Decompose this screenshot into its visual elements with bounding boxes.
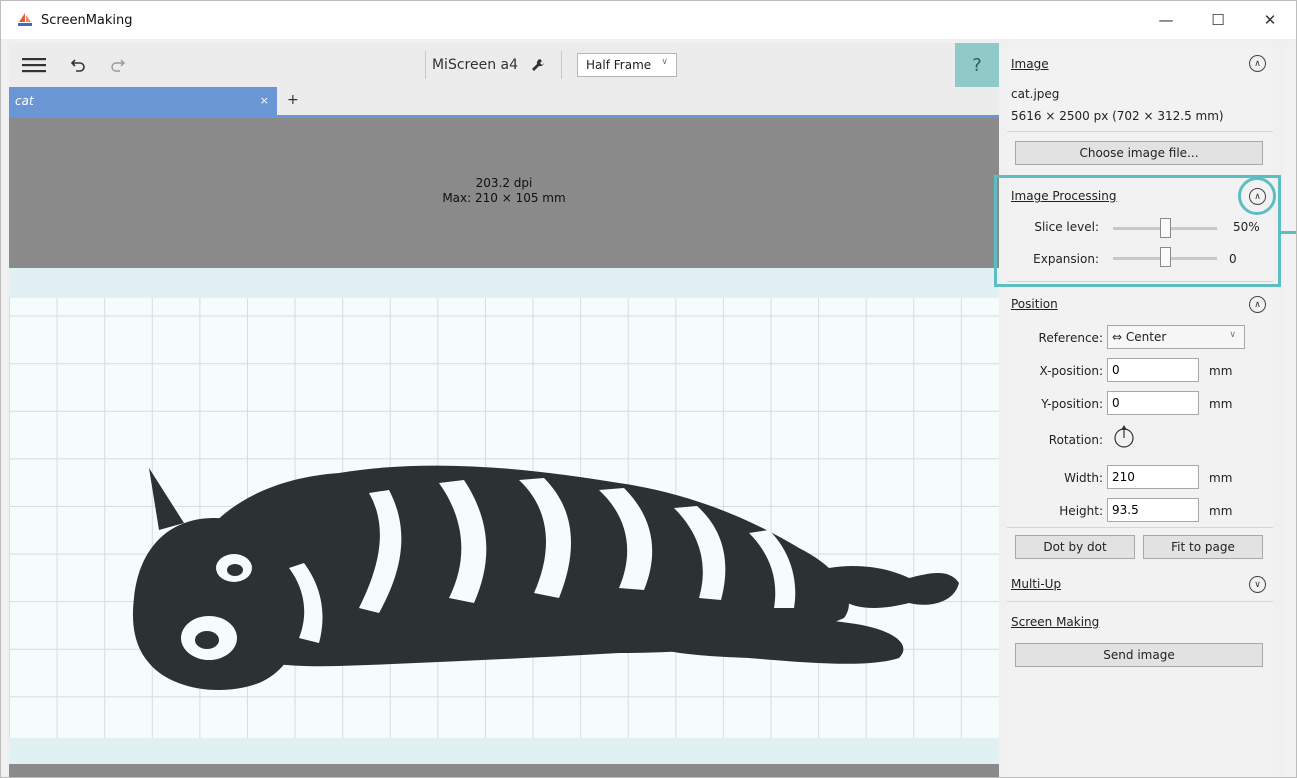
position-section-header[interactable]: Position	[1011, 297, 1058, 311]
sailboat-logo-icon	[17, 12, 33, 28]
height-label: Height:	[1059, 504, 1103, 518]
x-position-input[interactable]	[1107, 358, 1199, 382]
max-size-label: Max: 210 × 105 mm	[442, 191, 566, 205]
reference-value: ⇔ Center	[1112, 330, 1167, 344]
height-input[interactable]	[1107, 498, 1199, 522]
reference-label: Reference:	[1038, 331, 1103, 345]
help-button[interactable]: ?	[955, 43, 999, 87]
y-position-input[interactable]	[1107, 391, 1199, 415]
image-filename: cat.jpeg	[1011, 87, 1060, 101]
section-divider	[1007, 131, 1273, 132]
toolbar-separator	[425, 51, 426, 79]
canvas-area[interactable]: 203.2 dpi Max: 210 × 105 mm	[9, 118, 999, 777]
device-name[interactable]: MiScreen a4	[429, 43, 521, 87]
rotation-label: Rotation:	[1048, 433, 1103, 447]
maximize-button[interactable]: ☐	[1192, 1, 1244, 39]
callout-highlight-circle	[1238, 177, 1276, 215]
dot-by-dot-button[interactable]: Dot by dot	[1015, 535, 1135, 559]
chevron-down-icon: ∨	[661, 57, 668, 67]
tab-label: cat	[15, 94, 34, 108]
height-unit: mm	[1209, 504, 1233, 518]
fit-to-page-button[interactable]: Fit to page	[1143, 535, 1263, 559]
frame-select[interactable]: Half Frame ∨	[577, 53, 677, 77]
redo-icon[interactable]	[105, 43, 131, 87]
section-divider	[1007, 601, 1273, 602]
multiup-section-header[interactable]: Multi-Up	[1011, 577, 1061, 591]
x-position-label: X-position:	[1039, 364, 1103, 378]
cat-image[interactable]	[9, 268, 999, 764]
collapse-position-icon[interactable]: ∧	[1249, 296, 1266, 313]
frame-select-value: Half Frame	[586, 58, 652, 72]
collapse-image-icon[interactable]: ∧	[1249, 55, 1266, 72]
width-label: Width:	[1064, 471, 1103, 485]
image-dimensions: 5616 × 2500 px (702 × 312.5 mm)	[1011, 109, 1224, 123]
app-window: ScreenMaking — ☐ ✕ MiScreen a4 Half Fram…	[0, 0, 1297, 778]
reference-select[interactable]: ⇔ Center ∨	[1107, 325, 1245, 349]
image-section-header[interactable]: Image	[1011, 57, 1049, 71]
toolbar-separator	[561, 51, 562, 79]
screen-making-section-header[interactable]: Screen Making	[1011, 615, 1099, 629]
minimize-button[interactable]: —	[1140, 1, 1192, 39]
canvas-info: 203.2 dpi Max: 210 × 105 mm	[9, 176, 999, 206]
close-button[interactable]: ✕	[1244, 1, 1296, 39]
dpi-label: 203.2 dpi	[475, 176, 533, 190]
rotation-dial-icon[interactable]	[1111, 424, 1137, 454]
panel-scrollbar[interactable]	[1283, 47, 1296, 777]
section-divider	[1007, 527, 1273, 528]
width-input[interactable]	[1107, 465, 1199, 489]
x-position-unit: mm	[1209, 364, 1233, 378]
choose-image-button[interactable]: Choose image file...	[1015, 141, 1263, 165]
add-tab-button[interactable]: +	[287, 92, 299, 108]
y-position-unit: mm	[1209, 397, 1233, 411]
document-tabs: cat × +	[9, 87, 999, 115]
window-title: ScreenMaking	[41, 12, 133, 28]
expand-multiup-icon[interactable]: ∨	[1249, 576, 1266, 593]
title-bar: ScreenMaking — ☐ ✕	[1, 1, 1296, 39]
chevron-down-icon: ∨	[1229, 330, 1236, 340]
toolbar: MiScreen a4 Half Frame ∨ ?	[9, 43, 999, 88]
wrench-icon[interactable]	[525, 43, 551, 87]
hamburger-icon[interactable]	[17, 43, 51, 87]
send-image-button[interactable]: Send image	[1015, 643, 1263, 667]
y-position-label: Y-position:	[1041, 397, 1103, 411]
width-unit: mm	[1209, 471, 1233, 485]
callout-pointer-line	[1281, 231, 1296, 234]
tab-cat[interactable]: cat ×	[9, 87, 277, 115]
tab-close-icon[interactable]: ×	[260, 94, 269, 107]
properties-panel: Image ∧ cat.jpeg 5616 × 2500 px (702 × 3…	[1007, 47, 1273, 777]
undo-icon[interactable]	[65, 43, 91, 87]
